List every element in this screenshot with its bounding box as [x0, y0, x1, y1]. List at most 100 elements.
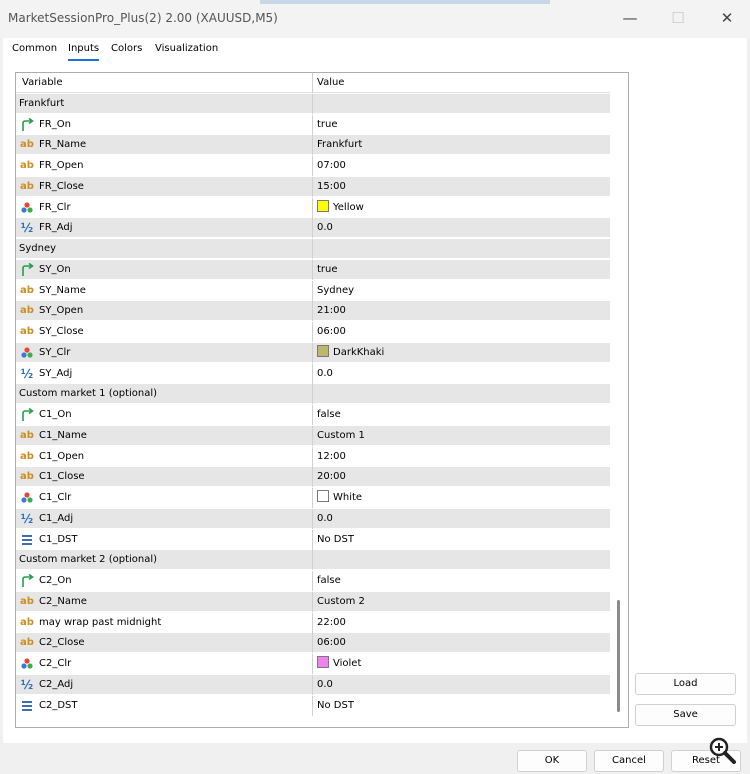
variable-name: SY_Name: [39, 284, 86, 296]
input-row[interactable]: ab may wrap past midnight 22:00: [16, 612, 610, 633]
value-cell[interactable]: White: [313, 488, 610, 508]
color-palette-icon: [19, 654, 35, 674]
value-cell[interactable]: DarkKhaki: [313, 343, 610, 363]
variable-cell: ab C2_Name: [16, 591, 313, 612]
string-ab-icon: ab: [20, 305, 34, 317]
input-row[interactable]: FR_On true: [16, 114, 610, 135]
input-row[interactable]: ab SY_Open 21:00: [16, 301, 610, 322]
input-row[interactable]: ab SY_Close 06:00: [16, 322, 610, 342]
value-cell[interactable]: 0.0: [313, 364, 610, 384]
dialog-body: Common Inputs Colors Visualization Varia…: [3, 38, 747, 743]
value-cell[interactable]: false: [313, 405, 610, 425]
input-row[interactable]: C1_On false: [16, 405, 610, 425]
value-cell[interactable]: 0.0: [313, 509, 610, 529]
variable-cell: ab SY_Open: [16, 301, 313, 322]
value-cell[interactable]: 15:00: [313, 177, 610, 197]
value-cell[interactable]: Custom 1: [313, 426, 610, 446]
value-cell[interactable]: Custom 2: [313, 592, 610, 612]
minimize-button[interactable]: —: [618, 8, 642, 28]
string-ab-icon: ab: [20, 284, 34, 296]
variable-name: SY_On: [39, 263, 71, 275]
tab-visualization[interactable]: Visualization: [155, 43, 218, 61]
value-cell[interactable]: false: [313, 571, 610, 591]
value-cell[interactable]: 0.0: [313, 675, 610, 695]
color-swatch[interactable]: [317, 656, 329, 668]
value-cell[interactable]: 06:00: [313, 322, 610, 342]
cancel-button[interactable]: Cancel: [594, 750, 664, 772]
value-cell[interactable]: 22:00: [313, 613, 610, 633]
input-row[interactable]: C2_DST No DST: [16, 695, 610, 716]
input-row[interactable]: ab C1_Close 20:00: [16, 467, 610, 488]
group-value-cell: [313, 239, 610, 259]
enum-list-icon: [19, 696, 35, 716]
save-button[interactable]: Save: [635, 704, 736, 726]
input-row[interactable]: ab C1_Name Custom 1: [16, 425, 610, 446]
color-swatch[interactable]: [317, 344, 329, 357]
variable-cell: FR_Clr: [16, 197, 313, 218]
variable-cell: ab may wrap past midnight: [16, 612, 313, 633]
variable-cell: ½ FR_Adj: [16, 218, 313, 239]
scrollbar-thumb[interactable]: [617, 600, 620, 712]
input-row[interactable]: ½ FR_Adj 0.0: [16, 218, 610, 239]
value-text: Custom 2: [317, 595, 365, 607]
value-cell[interactable]: 07:00: [313, 156, 610, 176]
value-cell[interactable]: No DST: [313, 530, 610, 550]
string-ab-icon: ab: [20, 139, 34, 151]
value-cell[interactable]: true: [313, 260, 610, 280]
input-row[interactable]: ab FR_Open 07:00: [16, 156, 610, 176]
input-row[interactable]: ab C2_Name Custom 2: [16, 591, 610, 612]
value-cell[interactable]: Yellow: [313, 198, 610, 218]
value-cell[interactable]: 20:00: [313, 467, 610, 487]
input-row[interactable]: ½ C1_Adj 0.0: [16, 508, 610, 529]
value-text: Yellow: [333, 201, 364, 213]
value-cell[interactable]: true: [313, 115, 610, 135]
input-row[interactable]: C1_DST No DST: [16, 529, 610, 550]
input-row[interactable]: ½ SY_Adj 0.0: [16, 363, 610, 384]
input-row[interactable]: C1_Clr White: [16, 488, 610, 508]
variable-cell: ab SY_Name: [16, 280, 313, 301]
input-row[interactable]: C2_On false: [16, 571, 610, 591]
variable-cell: C2_Clr: [16, 654, 313, 674]
value-cell[interactable]: 21:00: [313, 301, 610, 321]
string-ab-icon: ab: [20, 429, 34, 441]
value-cell[interactable]: Sydney: [313, 281, 610, 301]
vertical-scrollbar[interactable]: [610, 73, 628, 727]
input-row[interactable]: FR_Clr Yellow: [16, 197, 610, 218]
value-text: DarkKhaki: [333, 346, 385, 358]
column-header-value[interactable]: Value: [313, 73, 610, 93]
column-header-variable[interactable]: Variable: [16, 73, 313, 93]
value-cell[interactable]: No DST: [313, 696, 610, 716]
input-row[interactable]: ab C1_Open 12:00: [16, 446, 610, 467]
tab-colors[interactable]: Colors: [111, 43, 142, 61]
value-cell[interactable]: 0.0: [313, 218, 610, 238]
value-cell[interactable]: Frankfurt: [313, 135, 610, 155]
color-swatch[interactable]: [317, 199, 329, 212]
maximize-button: ☐: [671, 9, 685, 27]
group-label: Frankfurt: [16, 93, 313, 114]
title-bar: MarketSessionPro_Plus(2) 2.00 (XAUUSD,M5…: [0, 0, 750, 38]
tab-common[interactable]: Common: [12, 43, 57, 61]
magnifier-zoom-icon[interactable]: [707, 735, 737, 765]
input-row[interactable]: ½ C2_Adj 0.0: [16, 674, 610, 695]
value-cell[interactable]: 12:00: [313, 447, 610, 467]
input-row[interactable]: ab C2_Close 06:00: [16, 633, 610, 654]
color-swatch[interactable]: [317, 490, 329, 502]
variable-cell: ab C1_Open: [16, 446, 313, 467]
ok-button[interactable]: OK: [517, 750, 587, 772]
value-cell[interactable]: Violet: [313, 654, 610, 674]
input-row[interactable]: SY_Clr DarkKhaki: [16, 342, 610, 363]
value-text: 12:00: [317, 450, 346, 462]
input-row[interactable]: ab FR_Name Frankfurt: [16, 135, 610, 156]
variable-name: Frankfurt: [19, 97, 65, 109]
input-row[interactable]: ab SY_Name Sydney: [16, 280, 610, 301]
value-text: 21:00: [317, 305, 346, 317]
variable-name: SY_Open: [39, 305, 84, 317]
input-row[interactable]: SY_On true: [16, 259, 610, 280]
input-row[interactable]: ab FR_Close 15:00: [16, 176, 610, 197]
value-cell[interactable]: 06:00: [313, 633, 610, 653]
variable-cell: ab FR_Name: [16, 135, 313, 156]
tab-inputs[interactable]: Inputs: [68, 43, 100, 61]
close-button[interactable]: ✕: [715, 8, 739, 28]
load-button[interactable]: Load: [635, 673, 736, 695]
input-row[interactable]: C2_Clr Violet: [16, 654, 610, 674]
